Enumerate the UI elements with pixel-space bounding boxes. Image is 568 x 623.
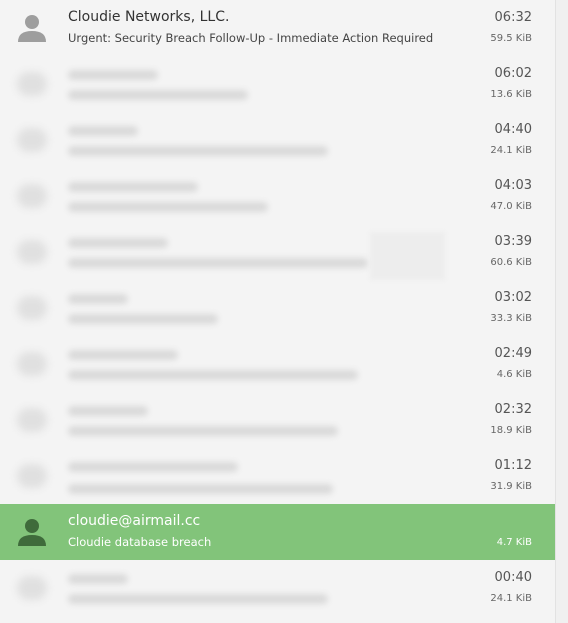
redacted-avatar <box>17 464 47 488</box>
message-row[interactable]: 04:40 24.1 KiB <box>0 112 556 168</box>
message-time: 04:03 <box>494 178 532 193</box>
message-time: 02:32 <box>494 402 532 417</box>
message-row[interactable]: 04:03 47.0 KiB <box>0 168 556 224</box>
redacted-avatar <box>17 296 47 320</box>
message-row[interactable]: 03:39 60.6 KiB <box>0 224 556 280</box>
message-row[interactable]: 06:02 13.6 KiB <box>0 56 556 112</box>
message-row[interactable]: 00:40 24.1 KiB <box>0 560 556 616</box>
message-row[interactable]: Cloudie Networks, LLC. Urgent: Security … <box>0 0 556 56</box>
message-time: 06:32 <box>494 10 532 25</box>
redacted-subject <box>68 146 328 156</box>
message-time: 01:12 <box>494 458 532 473</box>
message-row[interactable]: 02:49 4.6 KiB <box>0 336 556 392</box>
message-time: 04:40 <box>494 122 532 137</box>
redacted-avatar <box>17 352 47 376</box>
message-size: 18.9 KiB <box>490 425 532 436</box>
message-row[interactable]: 01:12 31.9 KiB <box>0 448 556 504</box>
redacted-sender <box>68 182 198 192</box>
message-size: 59.5 KiB <box>490 33 532 44</box>
message-time: 02:49 <box>494 346 532 361</box>
message-size: 33.3 KiB <box>490 313 532 324</box>
message-time: 03:02 <box>494 290 532 305</box>
redacted-sender <box>68 574 128 584</box>
message-size: 13.6 KiB <box>490 89 532 100</box>
message-row[interactable]: 02:32 18.9 KiB <box>0 392 556 448</box>
message-row[interactable]: 03:02 33.3 KiB <box>0 280 556 336</box>
redacted-subject <box>68 594 328 604</box>
redacted-sender <box>68 406 148 416</box>
scrollbar[interactable] <box>555 0 568 623</box>
redacted-sender <box>68 462 238 472</box>
message-row-selected[interactable]: cloudie@airmail.cc Cloudie database brea… <box>0 504 556 560</box>
message-time: 06:02 <box>494 66 532 81</box>
message-subject: Urgent: Security Breach Follow-Up - Imme… <box>68 31 434 45</box>
redacted-subject <box>68 258 368 268</box>
redacted-subject <box>68 314 218 324</box>
message-subject: Cloudie database breach <box>68 535 212 549</box>
redacted-sender <box>68 70 158 80</box>
redacted-subject <box>68 426 338 436</box>
message-size: 31.9 KiB <box>490 481 532 492</box>
contact-avatar-icon <box>17 518 47 546</box>
redacted-sender <box>68 238 168 248</box>
redacted-avatar <box>17 128 47 152</box>
redacted-subject <box>68 370 358 380</box>
redacted-block <box>370 232 445 280</box>
message-size: 60.6 KiB <box>490 257 532 268</box>
redacted-sender <box>68 350 178 360</box>
message-time: 00:40 <box>494 570 532 585</box>
redacted-sender <box>68 294 128 304</box>
message-size: 24.1 KiB <box>490 145 532 156</box>
contact-avatar-icon <box>17 14 47 42</box>
redacted-sender <box>68 126 138 136</box>
message-size: 4.6 KiB <box>496 369 532 380</box>
redacted-subject <box>68 90 248 100</box>
message-size: 47.0 KiB <box>490 201 532 212</box>
redacted-avatar <box>17 576 47 600</box>
redacted-avatar <box>17 408 47 432</box>
redacted-avatar <box>17 184 47 208</box>
message-list: Cloudie Networks, LLC. Urgent: Security … <box>0 0 556 623</box>
message-sender: Cloudie Networks, LLC. <box>68 9 230 25</box>
message-time: 03:39 <box>494 234 532 249</box>
redacted-subject <box>68 484 333 494</box>
redacted-avatar <box>17 72 47 96</box>
redacted-subject <box>68 202 268 212</box>
message-sender: cloudie@airmail.cc <box>68 513 201 529</box>
message-size: 4.7 KiB <box>496 537 532 548</box>
message-size: 24.1 KiB <box>490 593 532 604</box>
redacted-avatar <box>17 240 47 264</box>
